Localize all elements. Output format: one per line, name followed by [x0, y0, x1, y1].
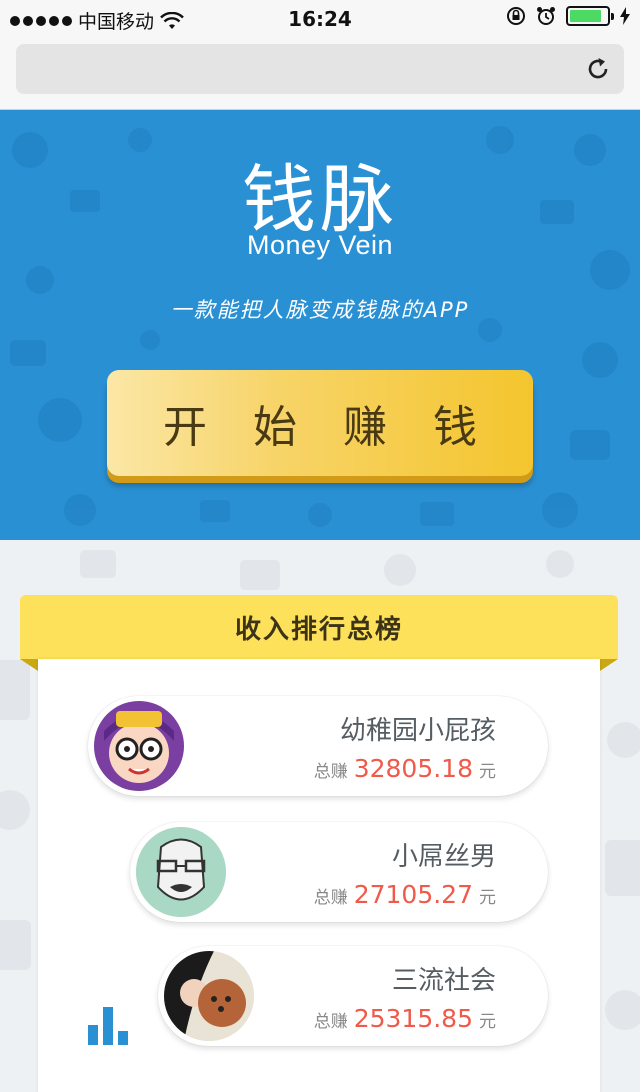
charging-icon — [620, 7, 630, 25]
earn-unit: 元 — [479, 762, 496, 782]
earn-label: 总赚 — [313, 888, 348, 908]
girl-with-dog-avatar — [164, 951, 254, 1041]
ribbon-fold-right — [600, 659, 618, 671]
rank-card-3[interactable]: 三流社会 总赚 25315.85 元 — [158, 946, 548, 1046]
status-bar-right — [506, 6, 630, 26]
rank-card-2[interactable]: 小屌丝男 总赚 27105.27 元 — [130, 822, 548, 922]
battery-indicator — [566, 6, 614, 26]
reload-icon[interactable] — [584, 55, 612, 83]
rank-name: 三流社会 — [391, 966, 496, 996]
address-bar[interactable] — [16, 44, 624, 94]
leaderboard-title: 收入排行总榜 — [234, 614, 403, 645]
bar-chart-icon[interactable] — [88, 1003, 130, 1045]
leaderboard-header: 收入排行总榜 — [20, 595, 618, 659]
sketch-man-avatar — [136, 827, 226, 917]
earn-label: 总赚 — [313, 762, 348, 782]
status-bar: 中国移动 16:24 — [0, 0, 640, 38]
start-earning-label: 开 始 赚 钱 — [163, 402, 493, 453]
start-earning-button[interactable]: 开 始 赚 钱 — [107, 370, 533, 476]
earn-label: 总赚 — [313, 1012, 348, 1032]
rotation-lock-icon — [507, 7, 525, 25]
ribbon-fold-left — [20, 659, 38, 671]
earn-unit: 元 — [479, 888, 496, 908]
rank-earnings: 总赚 32805.18 元 — [314, 754, 496, 783]
earn-amount: 32805.18 — [353, 754, 473, 783]
earn-amount: 25315.85 — [353, 1004, 473, 1033]
earn-unit: 元 — [479, 1012, 496, 1032]
alarm-icon — [537, 7, 555, 25]
rank-card-1[interactable]: 幼稚园小屁孩 总赚 32805.18 元 — [88, 696, 548, 796]
rank-name: 小屌丝男 — [391, 842, 496, 872]
rank-earnings: 总赚 27105.27 元 — [314, 880, 496, 909]
app-slogan: 一款能把人脉变成钱脉的APP — [170, 298, 470, 322]
rank-earnings: 总赚 25315.85 元 — [314, 1004, 496, 1033]
cartoon-girl-avatar — [94, 701, 184, 791]
hero-banner: 钱脉 Money Vein 一款能把人脉变成钱脉的APP 开 始 赚 钱 — [0, 110, 640, 540]
browser-toolbar — [0, 38, 640, 110]
app-subtitle: Money Vein — [246, 230, 394, 260]
rank-name: 幼稚园小屁孩 — [339, 716, 496, 746]
earn-amount: 27105.27 — [353, 880, 473, 909]
